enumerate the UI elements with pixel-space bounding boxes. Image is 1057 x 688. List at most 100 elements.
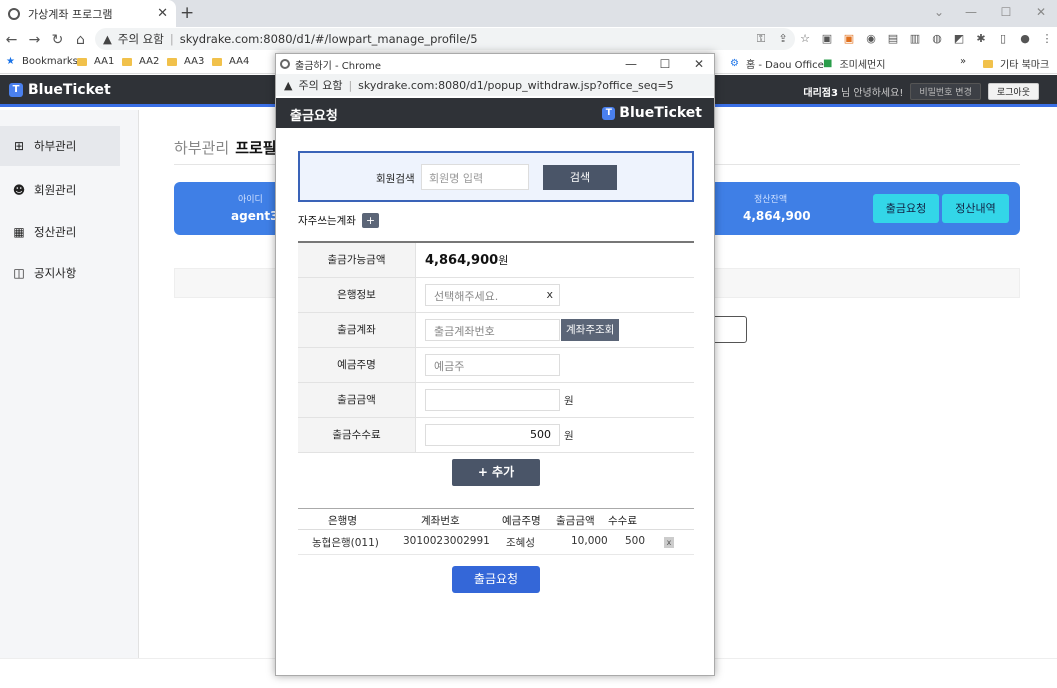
close-window-button[interactable]: ✕ — [684, 54, 714, 74]
bank-select[interactable]: 선택해주세요. x — [425, 284, 560, 306]
balance-label: 정산잔액 — [754, 195, 788, 205]
globe-icon[interactable]: ◍ — [927, 30, 947, 48]
extension-icon[interactable]: ▣ — [817, 30, 837, 48]
page-title: 하부관리 프로필 — [174, 139, 277, 157]
avatar[interactable]: ● — [1015, 30, 1035, 48]
extension-icon[interactable]: ▥ — [905, 30, 925, 48]
forward-icon[interactable]: → — [23, 32, 46, 48]
bookmark-item[interactable]: ⚙ 홈 - Daou Office — [730, 56, 824, 71]
extension-icon[interactable]: ▣ — [839, 30, 859, 48]
column-header: 은행명 — [328, 515, 357, 527]
bookmark-item[interactable]: ■ 조미세먼지 — [823, 56, 885, 71]
column-header: 출금금액 — [556, 515, 595, 527]
sidebar-item-lowpart[interactable]: ⊞ 하부관리 — [0, 126, 120, 166]
fee-label: 출금수수료 — [298, 418, 416, 452]
reload-icon[interactable]: ↻ — [46, 32, 69, 48]
amount-cell: 10,000 — [571, 535, 608, 547]
bookmark-item[interactable]: AA4 — [212, 56, 249, 67]
folder-icon — [122, 57, 132, 66]
available-amount: 4,864,900원 — [425, 253, 509, 268]
share-icon[interactable]: ⇪ — [773, 30, 793, 48]
extension-icon[interactable]: ▤ — [883, 30, 903, 48]
bookmark-item[interactable]: 기타 북마크 — [983, 56, 1049, 71]
sidebar-item-members[interactable]: ☻ 회원관리 — [0, 170, 120, 210]
user-name: 대리점3 — [803, 88, 838, 99]
sidebar-item-notice[interactable]: ◫ 공지사항 — [0, 253, 120, 293]
minimize-button[interactable]: — — [616, 54, 646, 74]
maximize-button[interactable]: ☐ — [990, 0, 1022, 27]
fee-input[interactable]: 500 — [425, 424, 560, 446]
change-password-button[interactable]: 비밀번호 변경 — [910, 83, 981, 100]
member-search-input[interactable]: 회원명 입력 — [421, 164, 529, 190]
form-row: 출금계좌 출금계좌번호 계좌주조회 — [298, 313, 694, 348]
maximize-button[interactable]: ☐ — [650, 54, 680, 74]
bookmark-star-icon[interactable]: ☆ — [795, 30, 815, 48]
bank-cell: 농협은행(011) — [312, 537, 379, 549]
amount-unit: 원 — [564, 394, 574, 407]
account-lookup-button[interactable]: 계좌주조회 — [561, 319, 620, 341]
close-window-button[interactable]: ✕ — [1025, 0, 1057, 27]
bookmarks-overflow[interactable]: » — [960, 56, 966, 67]
naver-icon: ■ — [823, 58, 833, 69]
sidebar-item-settlement[interactable]: ▦ 정산관리 — [0, 212, 120, 252]
menu-icon[interactable]: ⋮ — [1037, 30, 1057, 48]
id-value: agent3 — [231, 209, 279, 223]
puzzle-icon[interactable]: ✱ — [971, 30, 991, 48]
calc-icon: ▦ — [13, 225, 25, 239]
chevron-down-icon[interactable]: ⌄ — [923, 0, 955, 27]
back-icon[interactable]: ← — [0, 32, 23, 48]
user-area: 대리점3 님 안녕하세요! 비밀번호 변경 로그아웃 — [803, 83, 1039, 100]
amount-input[interactable] — [425, 389, 560, 411]
bookmark-item[interactable]: AA1 — [77, 56, 114, 67]
member-search-label: 회원검색 — [376, 173, 415, 185]
key-icon[interactable]: ⚿ — [751, 30, 771, 48]
warning-icon: ▲ — [284, 78, 293, 92]
folder-icon — [983, 59, 993, 68]
column-header: 수수료 — [608, 515, 637, 527]
daou-icon: ⚙ — [730, 58, 739, 69]
brand-logo[interactable]: T BlueTicket — [9, 82, 111, 98]
withdraw-form: 출금가능금액 4,864,900원 은행정보 선택해주세요. x 출금계좌 출금… — [298, 241, 694, 453]
settlement-history-button[interactable]: 정산내역 — [942, 194, 1009, 223]
extensions-area: ⚿ ⇪ ☆ ▣ ▣ ◉ ▤ ▥ ◍ ◩ ✱ ▯ ● ⋮ — [751, 30, 1057, 48]
clear-icon[interactable]: x — [546, 288, 553, 301]
globe-icon — [8, 7, 20, 20]
account-number-input[interactable]: 출금계좌번호 — [425, 319, 560, 341]
table-row: 농협은행(011) 3010023002991 조혜성 10,000 500 x — [298, 530, 694, 555]
form-row: 출금수수료 500 원 — [298, 418, 694, 453]
browser-tab[interactable]: 가상계좌 프로그램 ✕ — [0, 0, 176, 27]
members-icon: ☻ — [12, 183, 26, 197]
holder-cell: 조혜성 — [506, 537, 535, 549]
brand-logo: T BlueTicket — [602, 105, 702, 121]
org-icon: ⊞ — [13, 139, 25, 153]
address-bar[interactable]: ▲ 주의 요함 | skydrake.com:8080/d1/#/lowpart… — [95, 28, 795, 50]
logout-button[interactable]: 로그아웃 — [987, 83, 1039, 100]
withdraw-request-button[interactable]: 출금요청 — [873, 194, 939, 223]
fee-cell: 500 — [625, 535, 646, 547]
bookmark-item[interactable]: AA3 — [167, 56, 204, 67]
extension-icon[interactable]: ◩ — [949, 30, 969, 48]
add-button[interactable]: + 추가 — [452, 459, 540, 486]
add-favorite-button[interactable]: + — [361, 213, 379, 228]
favorite-accounts-label: 자주쓰는계좌 — [298, 215, 356, 227]
submit-withdraw-button[interactable]: 출금요청 — [452, 566, 540, 593]
remove-row-button[interactable]: x — [664, 537, 674, 548]
sidebar: ⊞ 하부관리 ☻ 회원관리 ▦ 정산관리 ◫ 공지사항 — [0, 110, 139, 658]
minimize-button[interactable]: — — [955, 0, 987, 27]
account-cell: 3010023002991 — [403, 535, 490, 547]
popup-title: 출금요청 — [290, 109, 338, 124]
bookmark-item[interactable]: AA2 — [122, 56, 159, 67]
bank-select-field[interactable]: 선택해주세요. x — [425, 284, 560, 306]
holder-label: 예금주명 — [298, 348, 416, 382]
available-amount-label: 출금가능금액 — [298, 243, 416, 277]
sidepanel-icon[interactable]: ▯ — [993, 30, 1013, 48]
close-tab-icon[interactable]: ✕ — [157, 6, 168, 21]
popup-address-bar[interactable]: ▲ 주의 요함 | skydrake.com:8080/d1/popup_wit… — [276, 74, 714, 96]
extension-icon[interactable]: ◉ — [861, 30, 881, 48]
home-icon[interactable]: ⌂ — [69, 32, 92, 48]
search-button[interactable]: 검색 — [543, 165, 617, 190]
security-warning: 주의 요함 — [298, 79, 343, 92]
holder-input[interactable]: 예금주 — [425, 354, 560, 376]
bookmark-item[interactable]: ★ Bookmarks — [6, 56, 78, 67]
new-tab-button[interactable]: + — [180, 3, 194, 23]
